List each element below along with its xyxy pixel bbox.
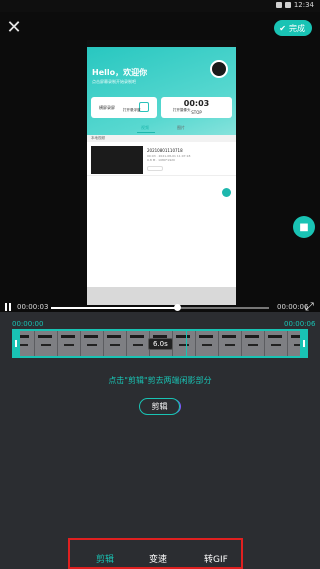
preview-video-meta: 00:03 · 2021-08-01 11:07:18 0.8 M · 1080…: [147, 154, 190, 162]
frame-detail: [199, 335, 213, 338]
timeline-frame: [196, 331, 219, 356]
avatar: [210, 60, 228, 78]
frame-detail: [84, 335, 98, 338]
timeline-frame: [81, 331, 104, 356]
close-button[interactable]: ✕: [4, 18, 24, 38]
preview-folder-bar: 本地视频: [87, 135, 236, 142]
frame-detail: [110, 344, 120, 346]
fullscreen-icon[interactable]: ⤢: [305, 301, 317, 313]
preview-tabs: 视频 图片: [87, 124, 236, 133]
battery-icon: [284, 2, 291, 8]
status-time: 12:34: [293, 1, 314, 9]
timeline-frame: [35, 331, 58, 356]
preview-video-thumbnail: [91, 146, 143, 174]
done-button[interactable]: ✔ 完成: [274, 20, 312, 36]
preview-folder-label: 本地视频: [91, 136, 105, 140]
frame-detail: [179, 344, 189, 346]
pause-button[interactable]: [3, 301, 13, 313]
wifi-icon: [275, 2, 282, 8]
trim-hint: 点击"剪辑"剪去两端闲影部分: [108, 376, 212, 385]
status-icons: 12:34: [275, 1, 314, 9]
frame-detail: [248, 344, 258, 346]
status-bar: 12:34: [0, 0, 320, 12]
frame-detail: [176, 335, 190, 338]
playback-bar: 00:00:03 00:00:06 ⤢: [0, 300, 320, 316]
frame-detail: [202, 344, 212, 346]
frame-detail: [107, 335, 121, 338]
current-time: 00:00:03: [17, 303, 49, 311]
timeline-frame: [127, 331, 150, 356]
preview-subtitle: 点击屏幕录制开始录制吧: [92, 79, 136, 84]
preview-tab-video: 视频: [141, 125, 149, 130]
tab-speed[interactable]: 变速: [149, 552, 167, 565]
bottom-tab-bar: 剪辑 变速 转GIF: [68, 538, 243, 569]
trim-button[interactable]: 剪辑: [139, 398, 180, 415]
camera-button[interactable]: ■: [293, 216, 315, 238]
frame-detail: [130, 335, 144, 338]
preview-tab-image: 图片: [177, 125, 185, 130]
preview-tab-indicator: [137, 132, 155, 133]
preview-options: 打开悬浮窗 打开摄像头: [87, 106, 236, 114]
frame-detail: [41, 344, 51, 346]
frame-detail: [87, 344, 97, 346]
video-camera-icon: ■: [299, 221, 309, 233]
frame-detail: [133, 344, 143, 346]
done-label: 完成: [289, 23, 305, 33]
preview-greeting: Hello，欢迎你: [92, 68, 148, 77]
timeline-frame: [58, 331, 81, 356]
tab-to-gif[interactable]: 转GIF: [204, 552, 228, 565]
frame-detail: [61, 335, 75, 338]
timeline-frame: [242, 331, 265, 356]
preview-option-camera: 打开摄像头: [173, 108, 191, 112]
recorded-video-frame: Hello，欢迎你 点击屏幕录制开始录制吧 横屏录屏 00:03 STOP 打开…: [87, 40, 236, 305]
seek-thumb[interactable]: [174, 304, 182, 311]
check-icon: ✔: [279, 23, 286, 33]
trim-start-time: 00:00:00: [12, 320, 44, 328]
preview-video-name: 20210801110718: [147, 148, 183, 153]
trim-handle-right[interactable]: [300, 329, 308, 358]
frame-detail: [38, 335, 52, 338]
preview-fab: [222, 188, 231, 197]
frame-detail: [64, 344, 74, 346]
frame-detail: [271, 344, 281, 346]
frame-detail: [268, 335, 282, 338]
preview-video-chip: [147, 166, 163, 171]
trim-end-time: 00:00:06: [284, 320, 316, 328]
preview-status-bar: [87, 40, 236, 47]
duration-badge: 6.0s: [148, 338, 173, 350]
trim-handle-left[interactable]: [12, 329, 20, 358]
timeline-frame: [173, 331, 196, 356]
tab-trim[interactable]: 剪辑: [96, 552, 114, 565]
timeline-frame: [265, 331, 288, 356]
frame-detail: [222, 335, 236, 338]
total-time: 00:00:06: [277, 303, 309, 311]
frame-detail: [245, 335, 259, 338]
seek-slider[interactable]: [51, 304, 269, 311]
preview-video-item: 20210801110718 00:03 · 2021-08-01 11:07:…: [87, 142, 236, 176]
frame-detail: [225, 344, 235, 346]
timeline-frame: [219, 331, 242, 356]
preview-option-floating: 打开悬浮窗: [123, 108, 141, 112]
video-preview-area: ✕ ✔ 完成 Hello，欢迎你 点击屏幕录制开始录制吧 横屏录屏 00:03 …: [0, 12, 320, 313]
timeline-playhead[interactable]: [186, 329, 187, 358]
timeline-frame: [104, 331, 127, 356]
preview-video-meta-line-2: 0.8 M · 1080*1920: [147, 158, 175, 162]
seek-progress: [51, 307, 178, 309]
